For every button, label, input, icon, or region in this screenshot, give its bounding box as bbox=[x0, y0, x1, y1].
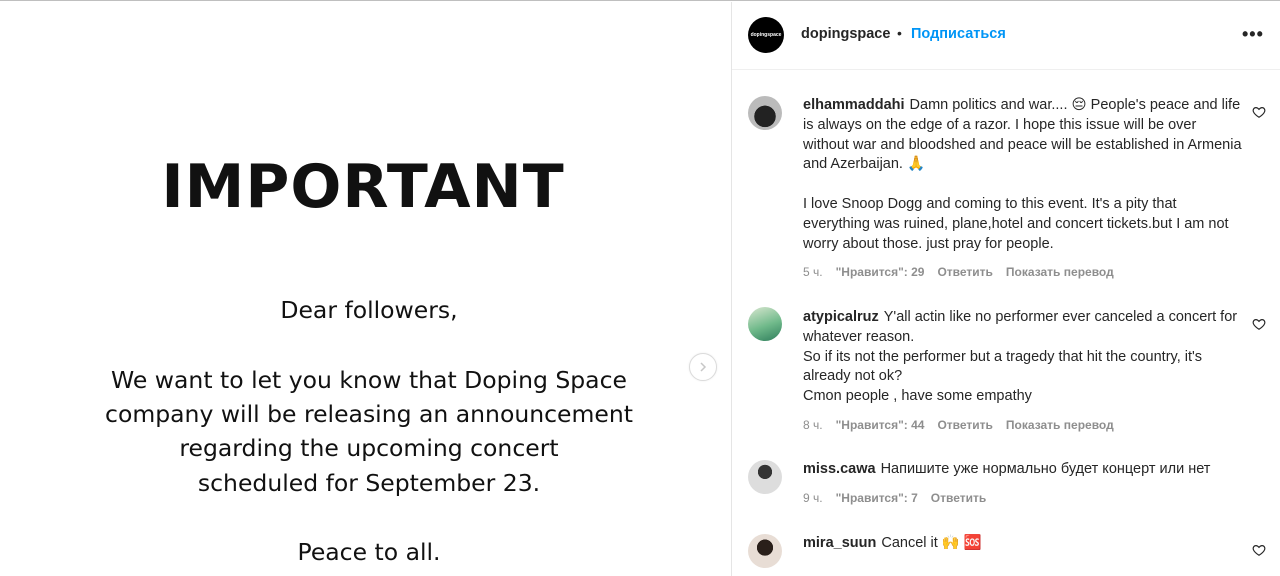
comment-username[interactable]: miss.cawa bbox=[803, 461, 876, 477]
post-text-line: company will be releasing an announcemen… bbox=[105, 400, 633, 428]
comment-likes[interactable]: "Нравится": 29 bbox=[836, 265, 925, 279]
post-header: dopingspace dopingspace • Подписаться ••… bbox=[732, 2, 1280, 70]
translate-button[interactable]: Показать перевод bbox=[1006, 265, 1114, 279]
avatar[interactable]: dopingspace bbox=[748, 17, 784, 53]
comment-time[interactable]: 9 ч. bbox=[803, 491, 823, 505]
post-text-line: regarding the upcoming concert bbox=[179, 434, 559, 462]
translate-button[interactable]: Показать перевод bbox=[1006, 418, 1114, 432]
post-heading: IMPORTANT bbox=[161, 152, 565, 222]
next-image-button[interactable] bbox=[689, 353, 717, 381]
comment-text: Напишите уже нормально будет концерт или… bbox=[880, 461, 1211, 477]
comment-body: miss.cawa Напишите уже нормально будет ко… bbox=[803, 460, 1243, 480]
follow-button[interactable]: Подписаться bbox=[911, 26, 1006, 42]
heart-icon[interactable] bbox=[1252, 317, 1266, 331]
comment-likes[interactable]: "Нравится": 7 bbox=[836, 491, 918, 505]
more-options-icon[interactable]: ••• bbox=[1242, 25, 1264, 43]
post-image: IMPORTANT Dear followers, We want to let… bbox=[0, 2, 732, 576]
instagram-post-window: IMPORTANT Dear followers, We want to let… bbox=[0, 0, 1280, 576]
comment-body: elhammaddahi Damn politics and war.... 😔 … bbox=[803, 96, 1243, 254]
comment-text: Cmon people , have some empathy bbox=[803, 388, 1032, 405]
avatar[interactable] bbox=[748, 307, 782, 341]
post-text-line: Dear followers, bbox=[280, 296, 458, 324]
separator-dot: • bbox=[897, 25, 902, 41]
post-text-line: scheduled for September 23. bbox=[197, 469, 541, 497]
avatar[interactable] bbox=[748, 96, 782, 130]
post-text-line: We want to let you know that Doping Spac… bbox=[111, 366, 627, 394]
reply-button[interactable]: Ответить bbox=[937, 418, 992, 432]
comment-meta: 9 ч. "Нравится": 7 Ответить bbox=[803, 491, 999, 505]
reply-button[interactable]: Ответить bbox=[937, 265, 992, 279]
avatar-logo-text: dopingspace bbox=[750, 32, 782, 38]
comment-body: mira_suun Cancel it 🙌 🆘 bbox=[803, 534, 1243, 554]
avatar[interactable] bbox=[748, 460, 782, 494]
username-link[interactable]: dopingspace bbox=[801, 26, 890, 42]
comment-likes[interactable]: "Нравится": 44 bbox=[836, 418, 925, 432]
comment-text: I love Snoop Dogg and coming to this eve… bbox=[803, 195, 1229, 252]
comment-username[interactable]: elhammaddahi bbox=[803, 97, 905, 113]
comment-body: atypicalruz Y'all actin like no performer… bbox=[803, 308, 1248, 407]
post-text-line: Peace to all. bbox=[297, 538, 441, 566]
comment-text: So if its not the performer but a traged… bbox=[803, 348, 1203, 385]
avatar[interactable] bbox=[748, 534, 782, 568]
comments-panel: dopingspace dopingspace • Подписаться ••… bbox=[732, 2, 1280, 576]
comment-time[interactable]: 5 ч. bbox=[803, 265, 823, 279]
comment-text: Cancel it 🙌 🆘 bbox=[881, 535, 982, 551]
reply-button[interactable]: Ответить bbox=[931, 491, 986, 505]
comment-username[interactable]: atypicalruz bbox=[803, 309, 879, 325]
chevron-right-icon bbox=[700, 362, 707, 372]
comment-username[interactable]: mira_suun bbox=[803, 535, 876, 551]
comment-time[interactable]: 8 ч. bbox=[803, 418, 823, 432]
heart-icon[interactable] bbox=[1252, 105, 1266, 119]
comment-meta: 5 ч. "Нравится": 29 Ответить Показать перев… bbox=[803, 265, 1127, 279]
comment-meta: 8 ч. "Нравится": 44 Ответить Показать перев… bbox=[803, 418, 1127, 432]
heart-icon[interactable] bbox=[1252, 543, 1266, 557]
